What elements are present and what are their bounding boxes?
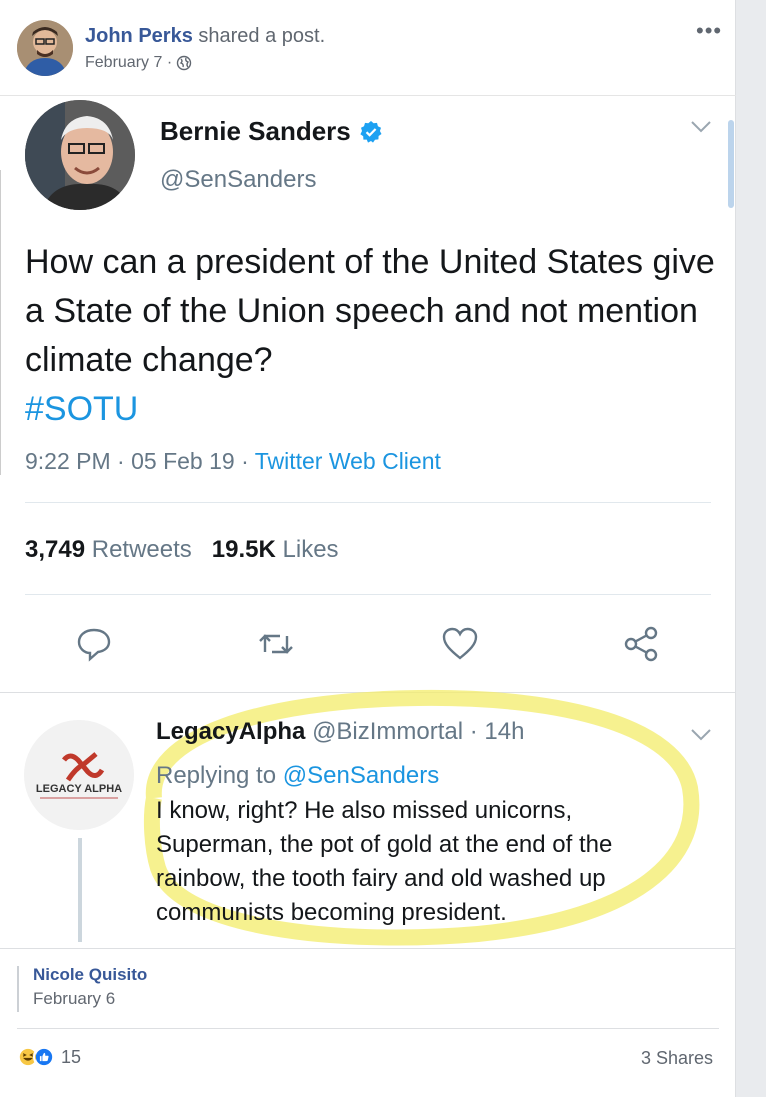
reply-author-avatar[interactable]: LEGACY ALPHA: [24, 720, 134, 830]
replying-to: Replying to @SenSanders: [156, 762, 439, 790]
replying-mention[interactable]: @SenSanders: [283, 762, 439, 789]
retweets-label[interactable]: Retweets: [92, 536, 192, 563]
verified-badge-icon: [360, 120, 382, 143]
divider: [25, 594, 711, 595]
scrollbar-thumb[interactable]: [728, 120, 734, 208]
thread-line: [78, 838, 82, 942]
tweet-text: How can a president of the United States…: [25, 243, 715, 379]
shared-by-name[interactable]: Nicole Quisito: [33, 965, 147, 985]
tweet-client[interactable]: Twitter Web Client: [255, 448, 441, 474]
tweet-author-handle[interactable]: @SenSanders: [160, 166, 316, 194]
reply-author-handle[interactable]: @BizImmortal · 14h: [312, 718, 524, 745]
share-icon[interactable]: [622, 624, 662, 664]
reply-author-name[interactable]: LegacyAlpha: [156, 718, 305, 745]
tweet-author-avatar[interactable]: [25, 100, 135, 210]
chevron-down-icon[interactable]: [690, 728, 712, 742]
post-date[interactable]: February 7 ·: [85, 54, 172, 72]
facebook-post-card: John Perks shared a post. February 7 · •…: [0, 0, 736, 1097]
section-divider: [0, 948, 736, 949]
tweet-body: How can a president of the United States…: [25, 238, 715, 434]
footer-divider: [17, 1028, 719, 1029]
post-action: shared a post.: [198, 25, 326, 47]
likes-count[interactable]: 19.5K: [212, 536, 276, 563]
tweet-stats: 3,749 Retweets 19.5K Likes: [25, 536, 339, 564]
tweet-meta: 9:22 PM · 05 Feb 19 · Twitter Web Client: [25, 448, 441, 475]
like-reaction-icon: [33, 1046, 55, 1068]
like-heart-icon[interactable]: [440, 624, 480, 664]
reactions-count[interactable]: 15: [61, 1047, 81, 1068]
more-options-icon[interactable]: •••: [696, 18, 722, 44]
post-meta: February 7 ·: [85, 54, 192, 72]
reply-body: I know, right? He also missed unicorns, …: [156, 797, 613, 926]
author-avatar[interactable]: [17, 20, 73, 76]
tweet-timestamp[interactable]: 9:22 PM · 05 Feb 19 ·: [25, 448, 255, 474]
reply-icon[interactable]: [74, 624, 114, 664]
reply-header: LegacyAlpha @BizImmortal · 14h: [156, 718, 524, 746]
globe-icon: [176, 55, 192, 71]
retweet-icon[interactable]: [256, 624, 296, 664]
replying-prefix: Replying to: [156, 762, 283, 789]
shared-by-date[interactable]: February 6: [33, 989, 115, 1009]
post-header: John Perks shared a post. February 7 · •…: [0, 0, 736, 96]
retweets-count[interactable]: 3,749: [25, 536, 85, 563]
reactions-summary[interactable]: 15: [17, 1046, 81, 1068]
tweet-author-name-text[interactable]: Bernie Sanders: [160, 116, 351, 147]
post-title: John Perks shared a post.: [85, 25, 325, 48]
legacy-alpha-logo-text: LEGACY ALPHA: [36, 783, 122, 795]
divider: [25, 502, 711, 503]
section-divider: [0, 692, 736, 693]
embed-left-border: [0, 170, 3, 475]
likes-label[interactable]: Likes: [283, 536, 339, 563]
author-name[interactable]: John Perks: [85, 25, 193, 47]
shares-count[interactable]: 3 Shares: [641, 1048, 713, 1069]
shared-by-border: [17, 966, 19, 1012]
tweet-hashtag[interactable]: #SOTU: [25, 385, 715, 434]
tweet-author-name[interactable]: Bernie Sanders: [160, 116, 383, 147]
chevron-down-icon[interactable]: [690, 120, 712, 134]
